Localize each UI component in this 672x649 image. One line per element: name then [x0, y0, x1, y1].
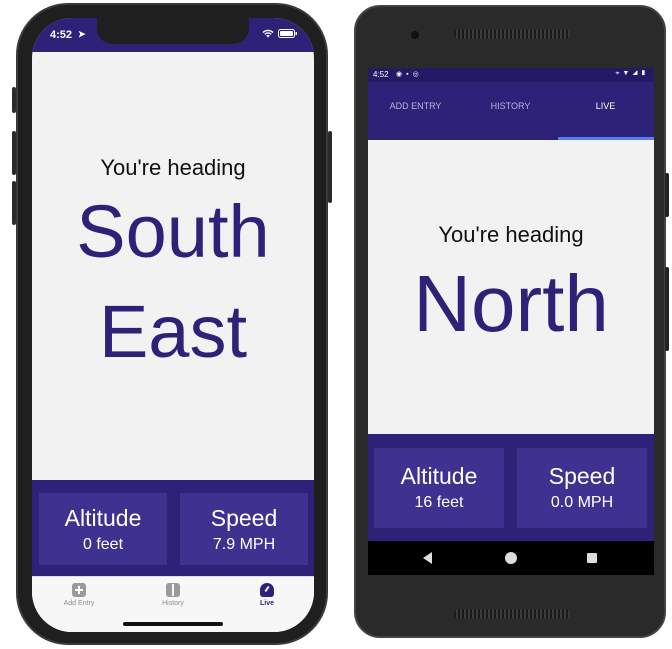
stats-panel: Altitude 16 feet Speed 0.0 MPH [368, 434, 654, 541]
tab-live[interactable]: Live [220, 583, 314, 607]
tab-live[interactable]: LIVE [558, 101, 653, 111]
tab-add-entry-label: Add Entry [63, 600, 95, 607]
book-icon [166, 583, 180, 597]
speed-title: Speed [210, 505, 278, 531]
altitude-card: Altitude 0 feet [39, 493, 167, 565]
android-device: 4:52 ◉▪◎ ⌖▼◢▮ ADD ENTRY HISTORY LIVE You… [354, 5, 669, 638]
volume-down-button [12, 181, 16, 225]
tab-history[interactable]: HISTORY [463, 101, 558, 111]
speed-value: 0.0 MPH [550, 494, 614, 511]
ios-screen: 4:52 ➤ You're heading South East Altitud… [32, 18, 314, 632]
power-button [665, 173, 669, 217]
front-camera [411, 31, 419, 39]
android-tab-bar: ADD ENTRY HISTORY LIVE [368, 82, 654, 140]
ios-tab-bar: Add Entry History Live [32, 576, 314, 632]
tab-history-label: History [162, 600, 184, 607]
altitude-card: Altitude 16 feet [374, 448, 504, 528]
android-status-time: 4:52 [373, 70, 389, 79]
heading-label: You're heading [100, 155, 246, 180]
altitude-value: 16 feet [414, 494, 464, 511]
status-icons-right: ⌖▼◢▮ [615, 70, 649, 77]
speed-title: Speed [548, 463, 616, 489]
android-nav-bar [368, 541, 654, 575]
ios-status-time: 4:52 [50, 29, 73, 41]
altitude-title: Altitude [400, 463, 478, 489]
speed-value: 7.9 MPH [212, 536, 276, 553]
top-speaker [454, 29, 570, 39]
android-screen: 4:52 ◉▪◎ ⌖▼◢▮ ADD ENTRY HISTORY LIVE You… [368, 68, 654, 575]
direction-line-1: South [76, 190, 270, 273]
wifi-icon [262, 29, 274, 41]
ios-status-icons [262, 29, 298, 41]
heading-label: You're heading [438, 222, 584, 247]
tab-add-entry[interactable]: ADD ENTRY [368, 101, 463, 111]
location-arrow-icon: ➤ [78, 29, 86, 39]
bottom-speaker [454, 609, 570, 619]
direction-line-2: East [98, 290, 248, 373]
notch [97, 18, 249, 44]
speed-card: Speed 0.0 MPH [517, 448, 647, 528]
recent-apps-icon[interactable] [587, 553, 597, 563]
add-entry-icon [72, 583, 86, 597]
home-indicator[interactable] [123, 622, 223, 626]
stats-panel: Altitude 0 feet Speed 7.9 MPH [32, 480, 314, 576]
android-status-bar: 4:52 ◉▪◎ ⌖▼◢▮ [368, 68, 654, 82]
tab-add-entry[interactable]: Add Entry [32, 583, 126, 607]
altitude-title: Altitude [64, 505, 142, 531]
active-tab-indicator [558, 137, 654, 140]
tab-history[interactable]: History [126, 583, 220, 607]
home-icon[interactable] [505, 552, 517, 564]
notification-icons: ◉▪◎ [396, 71, 423, 78]
volume-rocker [665, 267, 669, 351]
altitude-value: 0 feet [82, 536, 124, 553]
battery-icon [278, 29, 298, 41]
speedometer-icon [260, 583, 274, 597]
speed-card: Speed 7.9 MPH [180, 493, 308, 565]
volume-up-button [12, 131, 16, 175]
iphone-device: 4:52 ➤ You're heading South East Altitud… [12, 3, 332, 645]
back-icon[interactable] [423, 552, 432, 564]
tab-live-label: Live [259, 600, 274, 607]
direction-label: North [413, 259, 609, 348]
side-button [328, 131, 332, 203]
mute-switch [12, 87, 16, 113]
